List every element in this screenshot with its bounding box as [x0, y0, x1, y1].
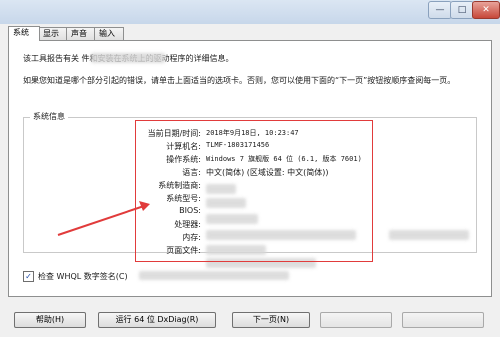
- next-page-button[interactable]: 下一页(N): [232, 312, 310, 328]
- annotation-arrow: [57, 201, 150, 236]
- blurred-button[interactable]: [402, 312, 484, 328]
- help-button[interactable]: 帮助(H): [14, 312, 86, 328]
- tab-system[interactable]: 系统: [8, 26, 40, 41]
- blurred-button[interactable]: [320, 312, 392, 328]
- run-64bit-dxdiag-button[interactable]: 运行 64 位 DxDiag(R): [98, 312, 216, 328]
